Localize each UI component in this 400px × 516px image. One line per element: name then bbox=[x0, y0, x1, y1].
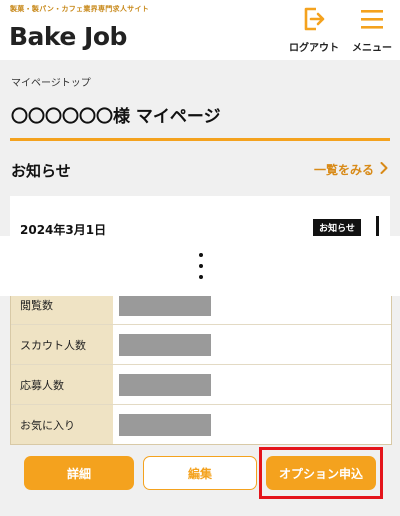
highlight-frame bbox=[259, 447, 383, 499]
redacted-value bbox=[119, 333, 211, 356]
redacted-value bbox=[119, 293, 211, 316]
vertical-ellipsis-icon bbox=[199, 253, 203, 281]
stat-label: スカウト人数 bbox=[11, 325, 113, 364]
stat-row: 応募人数 bbox=[11, 364, 391, 404]
stat-value bbox=[113, 365, 391, 404]
notices-heading: お知らせ bbox=[11, 162, 71, 180]
site-tagline: 製菓・製パン・カフェ業界専門求人サイト bbox=[10, 5, 150, 13]
stat-label: 応募人数 bbox=[11, 365, 113, 404]
stat-value bbox=[113, 325, 391, 364]
see-all-link[interactable]: 一覧をみる bbox=[314, 161, 388, 178]
stat-value bbox=[113, 405, 391, 444]
notice-accent-bar bbox=[376, 216, 379, 236]
menu-button[interactable]: メニュー bbox=[344, 6, 400, 56]
notice-badge: お知らせ bbox=[313, 219, 361, 236]
notice-item[interactable]: 2024年3月1日 お知らせ bbox=[10, 196, 390, 237]
breadcrumb[interactable]: マイページトップ bbox=[11, 74, 91, 89]
logo-text: Bake Job bbox=[9, 21, 127, 51]
logout-icon bbox=[302, 6, 326, 36]
edit-button[interactable]: 編集 bbox=[143, 456, 257, 490]
hamburger-icon bbox=[359, 6, 385, 36]
redacted-value bbox=[119, 373, 211, 396]
stat-label: お気に入り bbox=[11, 405, 113, 444]
stats-table: 閲覧数 スカウト人数 応募人数 お気に入り bbox=[10, 284, 392, 445]
site-logo[interactable]: Bake Job bbox=[9, 20, 127, 52]
title-divider bbox=[10, 138, 390, 141]
see-all-label: 一覧をみる bbox=[313, 163, 374, 177]
redacted-value bbox=[119, 413, 211, 436]
detail-button[interactable]: 詳細 bbox=[24, 456, 134, 490]
stat-row: スカウト人数 bbox=[11, 324, 391, 364]
site-header: 製菓・製パン・カフェ業界専門求人サイト Bake Job ログアウト メニュー bbox=[0, 0, 400, 60]
logout-label: ログアウト bbox=[289, 43, 339, 54]
stat-row: お気に入り bbox=[11, 404, 391, 444]
menu-label: メニュー bbox=[352, 43, 392, 54]
logout-button[interactable]: ログアウト bbox=[286, 6, 342, 56]
chevron-right-icon bbox=[380, 162, 388, 177]
page-title: 〇〇〇〇〇〇様 マイページ bbox=[11, 107, 221, 127]
